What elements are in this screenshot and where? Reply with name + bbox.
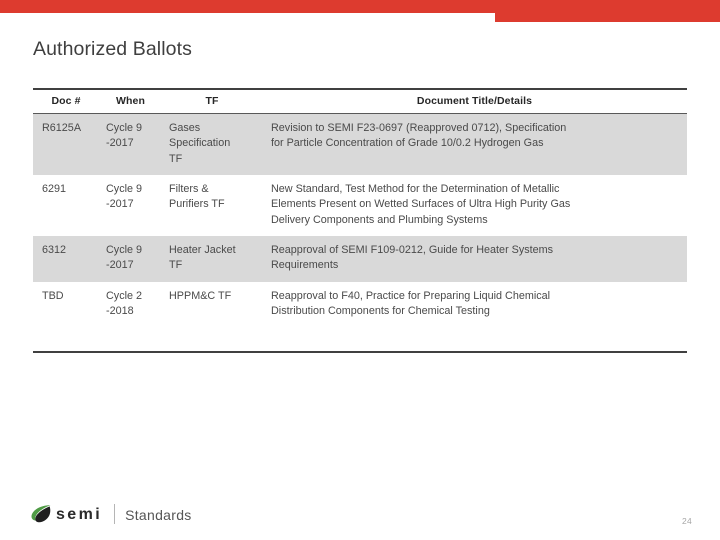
cell-tf-line: Specification [169, 137, 231, 150]
slide-footer: semi Standards 24 [0, 480, 720, 540]
cell-title-line: Elements Present on Wetted Surfaces of U… [271, 198, 571, 211]
semi-wordmark: semi [56, 506, 103, 523]
cell-title-line: Reapproval of SEMI F109-0212, Guide for … [271, 243, 554, 256]
semi-standards-logo: semi Standards [30, 502, 192, 526]
cell-title: Reapproval to F40, Practice for Preparin… [262, 281, 687, 354]
cell-when-line: Cycle 2 [106, 289, 143, 302]
cell-doc: TBD [33, 281, 99, 354]
table-row: 6312 Cycle 9 -2017 Heater Jacket TF Reap… [33, 235, 687, 282]
semi-swoosh-icon [31, 505, 51, 523]
cell-tf-line: Purifiers TF [169, 198, 225, 211]
cell-title-line: for Particle Concentration of Grade 10/0… [271, 137, 544, 150]
cell-title-line: Requirements [271, 259, 339, 272]
cell-when: Cycle 9 -2017 [99, 175, 162, 236]
table-row: TBD Cycle 2 -2018 HPPM&C TF Reapproval t… [33, 281, 687, 354]
column-header-doc: Doc # [33, 88, 99, 114]
cell-when: Cycle 2 -2018 [99, 281, 162, 354]
cell-when-line: Cycle 9 [106, 243, 143, 256]
cell-when-line: Cycle 9 [106, 182, 143, 195]
cell-tf-line: Heater Jacket [169, 243, 236, 256]
cell-tf-line: TF [169, 152, 183, 165]
cell-when-line: -2017 [106, 137, 134, 150]
table-header-row: Doc # When TF Document Title/Details [33, 88, 687, 114]
cell-tf-line: HPPM&C TF [169, 289, 232, 302]
cell-tf: Heater Jacket TF [162, 235, 262, 282]
cell-doc: 6312 [33, 235, 99, 282]
cell-title: Reapproval of SEMI F109-0212, Guide for … [262, 235, 687, 282]
table-row: 6291 Cycle 9 -2017 Filters & Purifiers T… [33, 175, 687, 236]
cell-when-line: Cycle 9 [106, 122, 143, 134]
column-header-tf: TF [162, 88, 262, 114]
cell-tf-line: Gases [169, 122, 201, 134]
cell-when-line: -2017 [106, 259, 134, 272]
page-number: 24 [681, 516, 692, 526]
cell-when: Cycle 9 -2017 [99, 235, 162, 282]
cell-when-line: -2017 [106, 198, 134, 211]
top-banner [0, 0, 720, 24]
banner-diagonal-notch-icon [483, 0, 507, 22]
cell-doc: 6291 [42, 182, 67, 195]
page-title: Authorized Ballots [33, 38, 192, 60]
cell-tf: Gases Specification TF [162, 113, 262, 175]
banner-left-segment [0, 0, 495, 13]
cell-doc: R6125A [33, 113, 99, 175]
column-header-title: Document Title/Details [262, 88, 687, 114]
cell-title-line: New Standard, Test Method for the Determ… [271, 182, 560, 195]
cell-title-line: Delivery Components and Plumbing Systems [271, 213, 488, 226]
cell-title: New Standard, Test Method for the Determ… [262, 175, 687, 236]
cell-when-line: -2018 [106, 304, 134, 317]
table-row: R6125A Cycle 9 -2017 Gases Specification… [33, 113, 687, 175]
cell-title-line: Distribution Components for Chemical Tes… [271, 304, 490, 317]
cell-title-line: Reapproval to F40, Practice for Preparin… [271, 289, 551, 302]
cell-tf-line: TF [169, 259, 183, 272]
cell-tf: HPPM&C TF [162, 281, 262, 354]
cell-tf-line: Filters & [169, 182, 209, 195]
logo-divider [114, 504, 116, 524]
cell-title-line: Revision to SEMI F23-0697 (Reapproved 07… [271, 122, 567, 134]
column-header-when: When [99, 88, 162, 114]
cell-tf: Filters & Purifiers TF [162, 175, 262, 236]
standards-wordmark: Standards [125, 507, 192, 523]
banner-right-segment [483, 0, 720, 22]
cell-title: Revision to SEMI F23-0697 (Reapproved 07… [262, 113, 687, 175]
cell-when: Cycle 9 -2017 [99, 113, 162, 175]
authorized-ballots-table: Doc # When TF Document Title/Details R61… [33, 88, 687, 354]
